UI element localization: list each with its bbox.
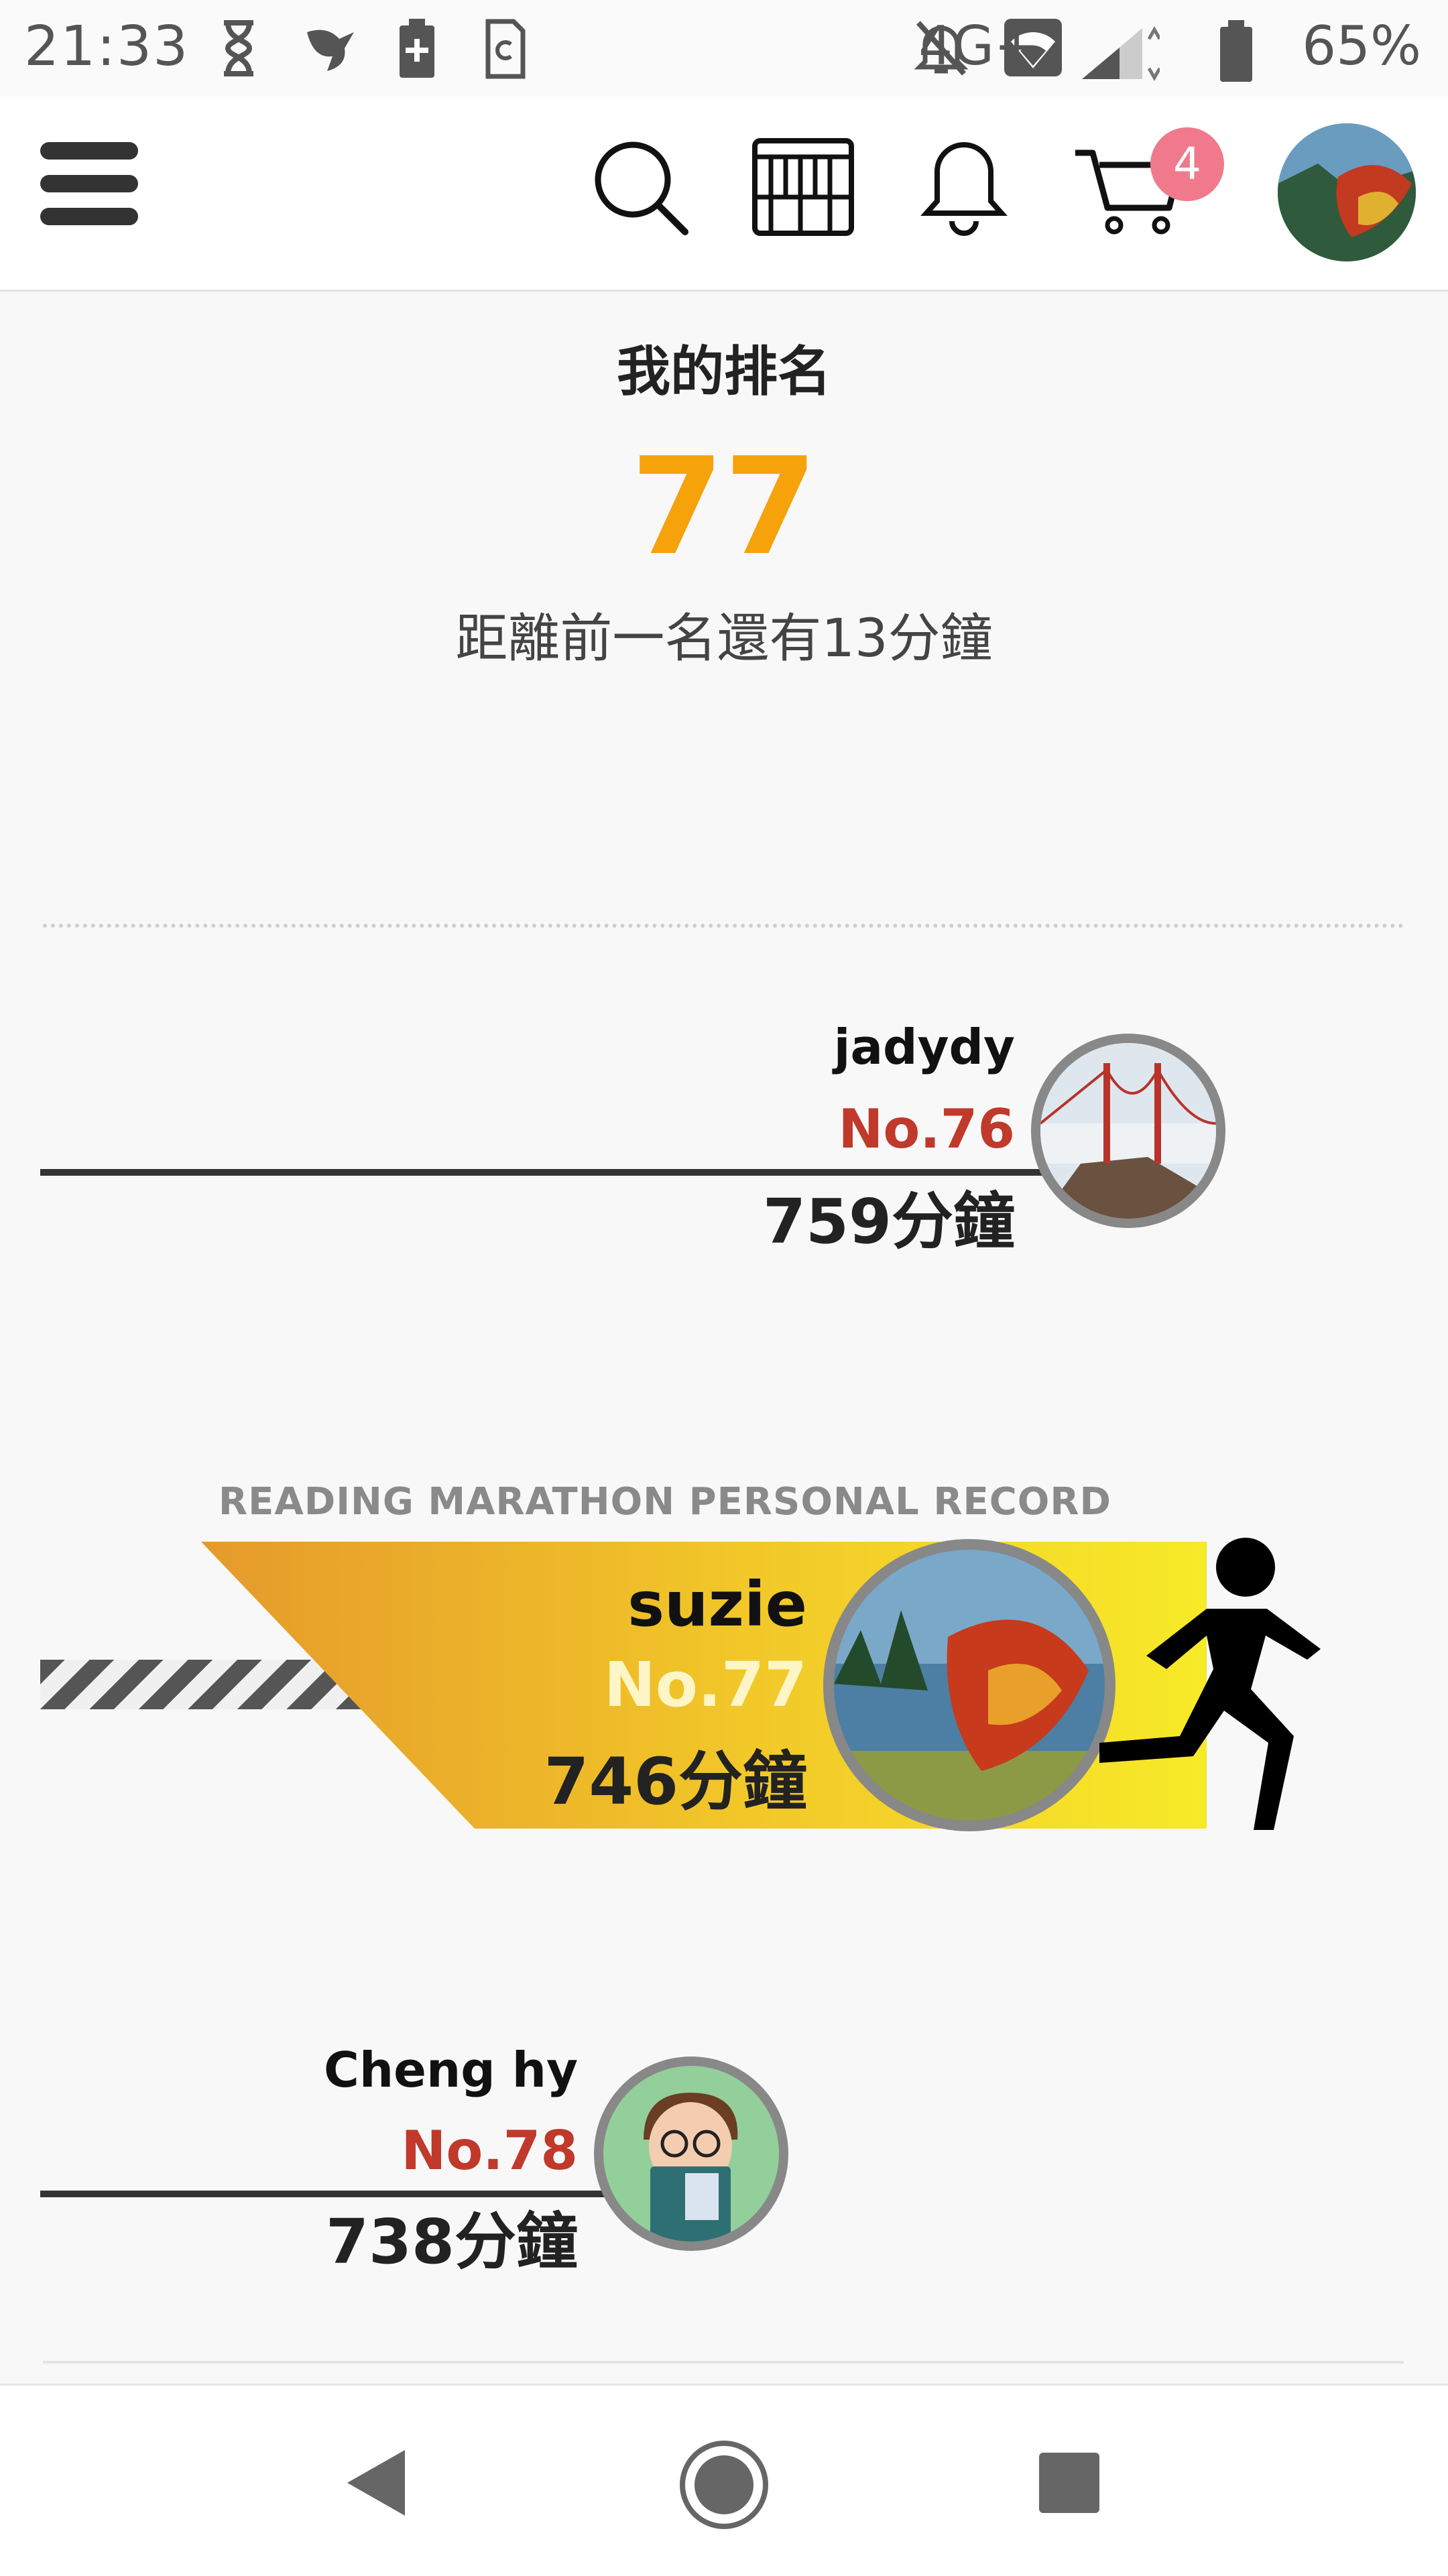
my-minutes: 746分鐘 [544, 1744, 807, 1819]
competitor-minutes: 738分鐘 [325, 2206, 578, 2278]
competitor-name: Cheng hy [324, 2042, 578, 2098]
my-rank: No.77 [603, 1649, 807, 1721]
my-ranking-label: 我的排名 [617, 341, 831, 403]
network-type: 4G+ [918, 15, 1039, 77]
runner-icon [1099, 1538, 1321, 1830]
divider [43, 924, 1404, 928]
personal-record-label: READING MARATHON PERSONAL RECORD [219, 1480, 1112, 1524]
competitor-name: jadydy [833, 1019, 1015, 1075]
user-avatar[interactable] [1278, 123, 1416, 261]
bookshelf-icon[interactable] [751, 137, 855, 237]
status-time: 21:33 [24, 15, 190, 78]
cart-count-badge: 4 [1150, 127, 1224, 201]
gap-to-previous-text: 距離前一名還有13分鐘 [455, 609, 993, 669]
menu-icon[interactable] [40, 142, 138, 225]
competitor-avatar[interactable] [594, 2057, 788, 2251]
battery-level: 65% [1302, 15, 1421, 77]
battery-plus-icon [400, 19, 434, 78]
my-name: suzie [627, 1569, 807, 1640]
hourglass-icon [224, 20, 253, 76]
battery-icon [1220, 20, 1252, 82]
back-icon[interactable] [342, 2446, 409, 2520]
bell-icon[interactable] [918, 137, 1010, 237]
competitor-minutes: 759分鐘 [762, 1186, 1015, 1258]
app-header: 4 [0, 97, 1448, 292]
recents-icon[interactable] [1038, 2451, 1101, 2514]
divider [43, 2361, 1404, 2364]
my-avatar[interactable] [823, 1539, 1115, 1831]
system-nav-bar [0, 2384, 1448, 2576]
search-icon[interactable] [590, 137, 690, 237]
bird-icon [307, 29, 354, 71]
status-bar: 21:33 4G+ 65% [0, 0, 1448, 97]
my-ranking-number: 77 [630, 429, 818, 585]
competitor-avatar[interactable] [1031, 1034, 1225, 1228]
competitor-rank: No.76 [838, 1098, 1015, 1160]
competitor-rank: No.78 [401, 2120, 578, 2182]
sim-icon [485, 19, 526, 79]
home-icon[interactable] [678, 2439, 770, 2530]
signal-icon [1082, 25, 1160, 82]
